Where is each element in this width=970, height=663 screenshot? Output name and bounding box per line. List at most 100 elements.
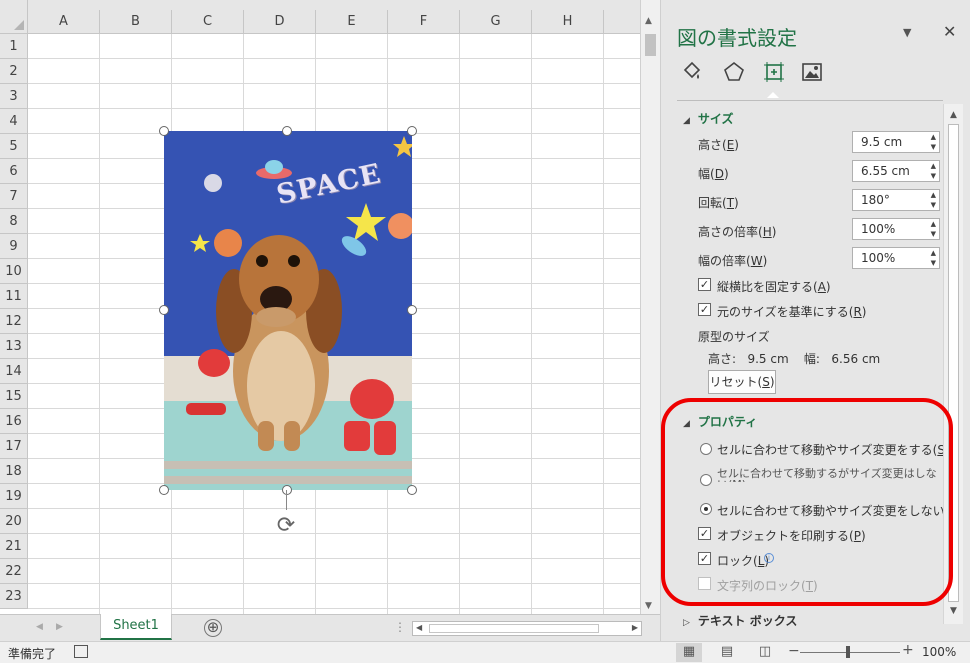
print-object-label: オブジェクトを印刷する(P) — [717, 529, 866, 543]
pane-scrollbar[interactable]: ▲ ▼ — [943, 104, 963, 624]
pane-scroll-up-icon[interactable]: ▲ — [950, 110, 957, 120]
scroll-thumb[interactable] — [645, 34, 656, 56]
width-label: 幅(D) — [698, 167, 729, 181]
row-header-22[interactable]: 22 — [0, 559, 28, 584]
close-icon[interactable]: ✕ — [943, 22, 956, 41]
resize-handle-top[interactable] — [282, 126, 292, 136]
zoom-slider[interactable] — [800, 652, 900, 653]
scroll-left-icon[interactable]: ◀ — [416, 623, 422, 632]
row-header-19[interactable]: 19 — [0, 484, 28, 509]
column-header-f[interactable]: F — [388, 10, 460, 34]
no-move-size-radio[interactable] — [700, 503, 712, 515]
horizontal-scrollbar[interactable]: ◀ ▶ — [412, 621, 642, 636]
column-header-c[interactable]: C — [172, 10, 244, 34]
dog-photo[interactable]: SPACE — [164, 131, 412, 490]
row-header-18[interactable]: 18 — [0, 459, 28, 484]
column-header-h[interactable]: H — [532, 10, 604, 34]
column-header-d[interactable]: D — [244, 10, 316, 34]
row-header-13[interactable]: 13 — [0, 334, 28, 359]
macro-record-icon[interactable] — [74, 645, 88, 658]
column-header-b[interactable]: B — [100, 10, 172, 34]
effects-icon[interactable] — [721, 60, 747, 86]
row-header-16[interactable]: 16 — [0, 409, 28, 434]
resize-handle-bottom-right[interactable] — [407, 485, 417, 495]
page-break-icon[interactable]: ◫ — [752, 643, 778, 662]
scroll-down-icon[interactable]: ▼ — [645, 601, 652, 611]
hscroll-thumb[interactable] — [429, 624, 599, 633]
column-header-a[interactable]: A — [28, 10, 100, 34]
resize-handle-top-right[interactable] — [407, 126, 417, 136]
scale-width-spinner[interactable]: 100% ▲ ▼ — [852, 247, 940, 269]
rotate-icon[interactable]: ⟳ — [272, 512, 300, 540]
split-handle-icon[interactable]: ⋮ — [394, 620, 406, 634]
worksheet[interactable]: A B C D E F G H 1 2 3 4 5 6 7 8 9 10 11 12 13 14 15 16 1… — [0, 0, 640, 614]
zoom-in-icon[interactable]: + — [902, 642, 914, 658]
scroll-up-icon[interactable]: ▲ — [645, 16, 652, 26]
row-header-14[interactable]: 14 — [0, 359, 28, 384]
column-header-e[interactable]: E — [316, 10, 388, 34]
add-sheet-icon[interactable]: ⊕ — [204, 619, 222, 637]
scale-height-spinner[interactable]: 100% ▲ ▼ — [852, 218, 940, 240]
row-header-15[interactable]: 15 — [0, 384, 28, 409]
row-header-4[interactable]: 4 — [0, 109, 28, 134]
textbox-section-header[interactable]: ▷ テキスト ボックス — [683, 612, 797, 629]
move-size-with-cells-radio[interactable] — [700, 443, 712, 455]
column-header-i[interactable] — [604, 10, 640, 34]
prev-sheet-icon[interactable]: ◀ — [36, 622, 43, 632]
lock-label: ロック(L) — [717, 554, 770, 568]
status-ready-text: 準備完了 — [8, 647, 57, 661]
row-header-12[interactable]: 12 — [0, 309, 28, 334]
picture-icon[interactable] — [799, 60, 825, 86]
print-object-checkbox[interactable]: ✓ — [698, 527, 711, 540]
width-spinner[interactable]: 6.55 cm ▲ ▼ — [852, 160, 940, 182]
height-spinner[interactable]: 9.5 cm ▲ ▼ — [852, 131, 940, 153]
row-header-20[interactable]: 20 — [0, 509, 28, 534]
row-header-9[interactable]: 9 — [0, 234, 28, 259]
properties-section-header[interactable]: ◢ プロパティ — [683, 413, 757, 430]
resize-handle-bottom-left[interactable] — [159, 485, 169, 495]
resize-handle-left[interactable] — [159, 305, 169, 315]
row-header-6[interactable]: 6 — [0, 159, 28, 184]
resize-handle-bottom[interactable] — [282, 485, 292, 495]
sheet-tab-sheet1[interactable]: Sheet1 — [100, 614, 172, 640]
lock-checkbox[interactable]: ✓ — [698, 552, 711, 565]
row-header-8[interactable]: 8 — [0, 209, 28, 234]
resize-handle-right[interactable] — [407, 305, 417, 315]
pane-options-icon[interactable]: ▼ — [903, 26, 911, 39]
zoom-out-icon[interactable]: − — [788, 643, 800, 659]
pane-scroll-down-icon[interactable]: ▼ — [950, 606, 957, 616]
row-header-1[interactable]: 1 — [0, 34, 28, 59]
page-layout-icon[interactable]: ▤ — [714, 643, 740, 662]
row-header-2[interactable]: 2 — [0, 59, 28, 84]
row-header-7[interactable]: 7 — [0, 184, 28, 209]
next-sheet-icon[interactable]: ▶ — [56, 622, 63, 632]
row-header-10[interactable]: 10 — [0, 259, 28, 284]
resize-handle-top-left[interactable] — [159, 126, 169, 136]
size-properties-icon[interactable] — [761, 60, 787, 86]
move-not-size-radio[interactable] — [700, 474, 712, 486]
zoom-slider-thumb[interactable] — [846, 646, 850, 658]
normal-view-icon[interactable]: ▦ — [676, 643, 702, 662]
rotate-connector — [286, 490, 287, 510]
size-section-header[interactable]: ◢ サイズ — [683, 110, 734, 127]
vertical-scrollbar[interactable]: ▲ ▼ — [640, 0, 660, 614]
row-header-5[interactable]: 5 — [0, 134, 28, 159]
pane-scroll-thumb[interactable] — [948, 124, 959, 602]
zoom-level[interactable]: 100% — [922, 645, 956, 659]
row-header-23[interactable]: 23 — [0, 584, 28, 609]
scroll-right-icon[interactable]: ▶ — [632, 623, 638, 632]
row-header-3[interactable]: 3 — [0, 84, 28, 109]
relative-original-checkbox[interactable]: ✓ — [698, 303, 711, 316]
column-header-g[interactable]: G — [460, 10, 532, 34]
row-header-17[interactable]: 17 — [0, 434, 28, 459]
rotation-spinner[interactable]: 180° ▲ ▼ — [852, 189, 940, 211]
height-label: 高さ(E) — [698, 138, 739, 152]
reset-button[interactable]: リセット(S) — [708, 370, 776, 394]
fill-line-icon[interactable] — [679, 60, 705, 86]
rotation-label: 回転(T) — [698, 196, 739, 210]
info-icon[interactable]: i — [764, 553, 774, 563]
lock-aspect-checkbox[interactable]: ✓ — [698, 278, 711, 291]
select-all-corner[interactable] — [0, 0, 28, 34]
row-header-21[interactable]: 21 — [0, 534, 28, 559]
row-header-11[interactable]: 11 — [0, 284, 28, 309]
